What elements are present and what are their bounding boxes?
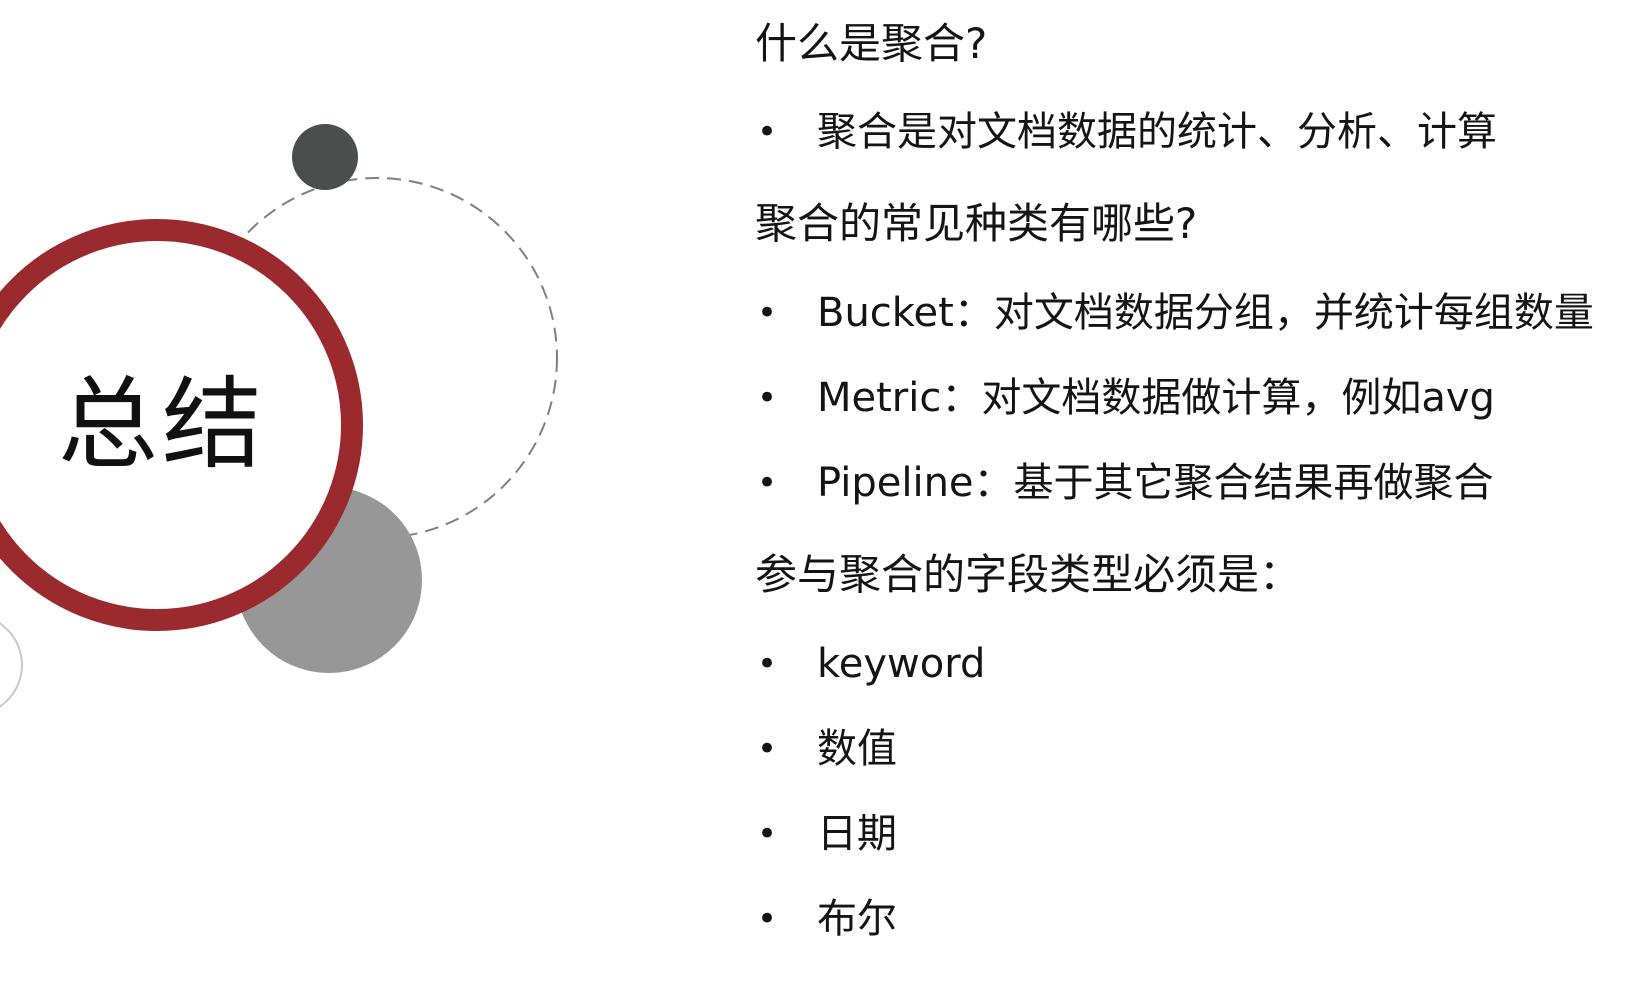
decorative-circles (0, 124, 558, 708)
list-item-text: Bucket：对文档数据分组，并统计每组数量 (817, 290, 1594, 336)
bullet-icon: • (757, 378, 778, 418)
content-area: 什么是聚合? • 聚合是对文档数据的统计、分析、计算 聚合的常见种类有哪些? •… (755, 0, 1630, 1002)
list-item-text: 布尔 (817, 896, 897, 942)
bullet-icon: • (757, 112, 778, 152)
bullet-icon: • (757, 293, 778, 333)
list-item-text: Pipeline：基于其它聚合结果再做聚合 (817, 460, 1494, 506)
bullet-icon: • (757, 644, 778, 684)
list-item-text: keyword (817, 641, 986, 687)
list-item-text: Metric：对文档数据做计算，例如avg (817, 375, 1495, 421)
bullet-icon: • (757, 899, 778, 939)
list-item-text: 日期 (817, 811, 897, 857)
section-heading-aggregation-types: 聚合的常见种类有哪些? (755, 199, 1198, 248)
thin-ring (0, 622, 23, 708)
list-item-text: 数值 (817, 726, 897, 772)
bullet-icon: • (757, 814, 778, 854)
section-heading-what-is-aggregation: 什么是聚合? (755, 19, 988, 68)
bullet-icon: • (757, 729, 778, 769)
dark-circle (292, 124, 358, 190)
bullet-icon: • (757, 463, 778, 503)
slide: 总结 什么是聚合? • 聚合是对文档数据的统计、分析、计算 聚合的常见种类有哪些… (0, 0, 1630, 1002)
section-heading-field-types: 参与聚合的字段类型必须是： (755, 550, 1302, 599)
list-item-text: 聚合是对文档数据的统计、分析、计算 (817, 109, 1497, 155)
slide-title: 总结 (58, 366, 266, 483)
